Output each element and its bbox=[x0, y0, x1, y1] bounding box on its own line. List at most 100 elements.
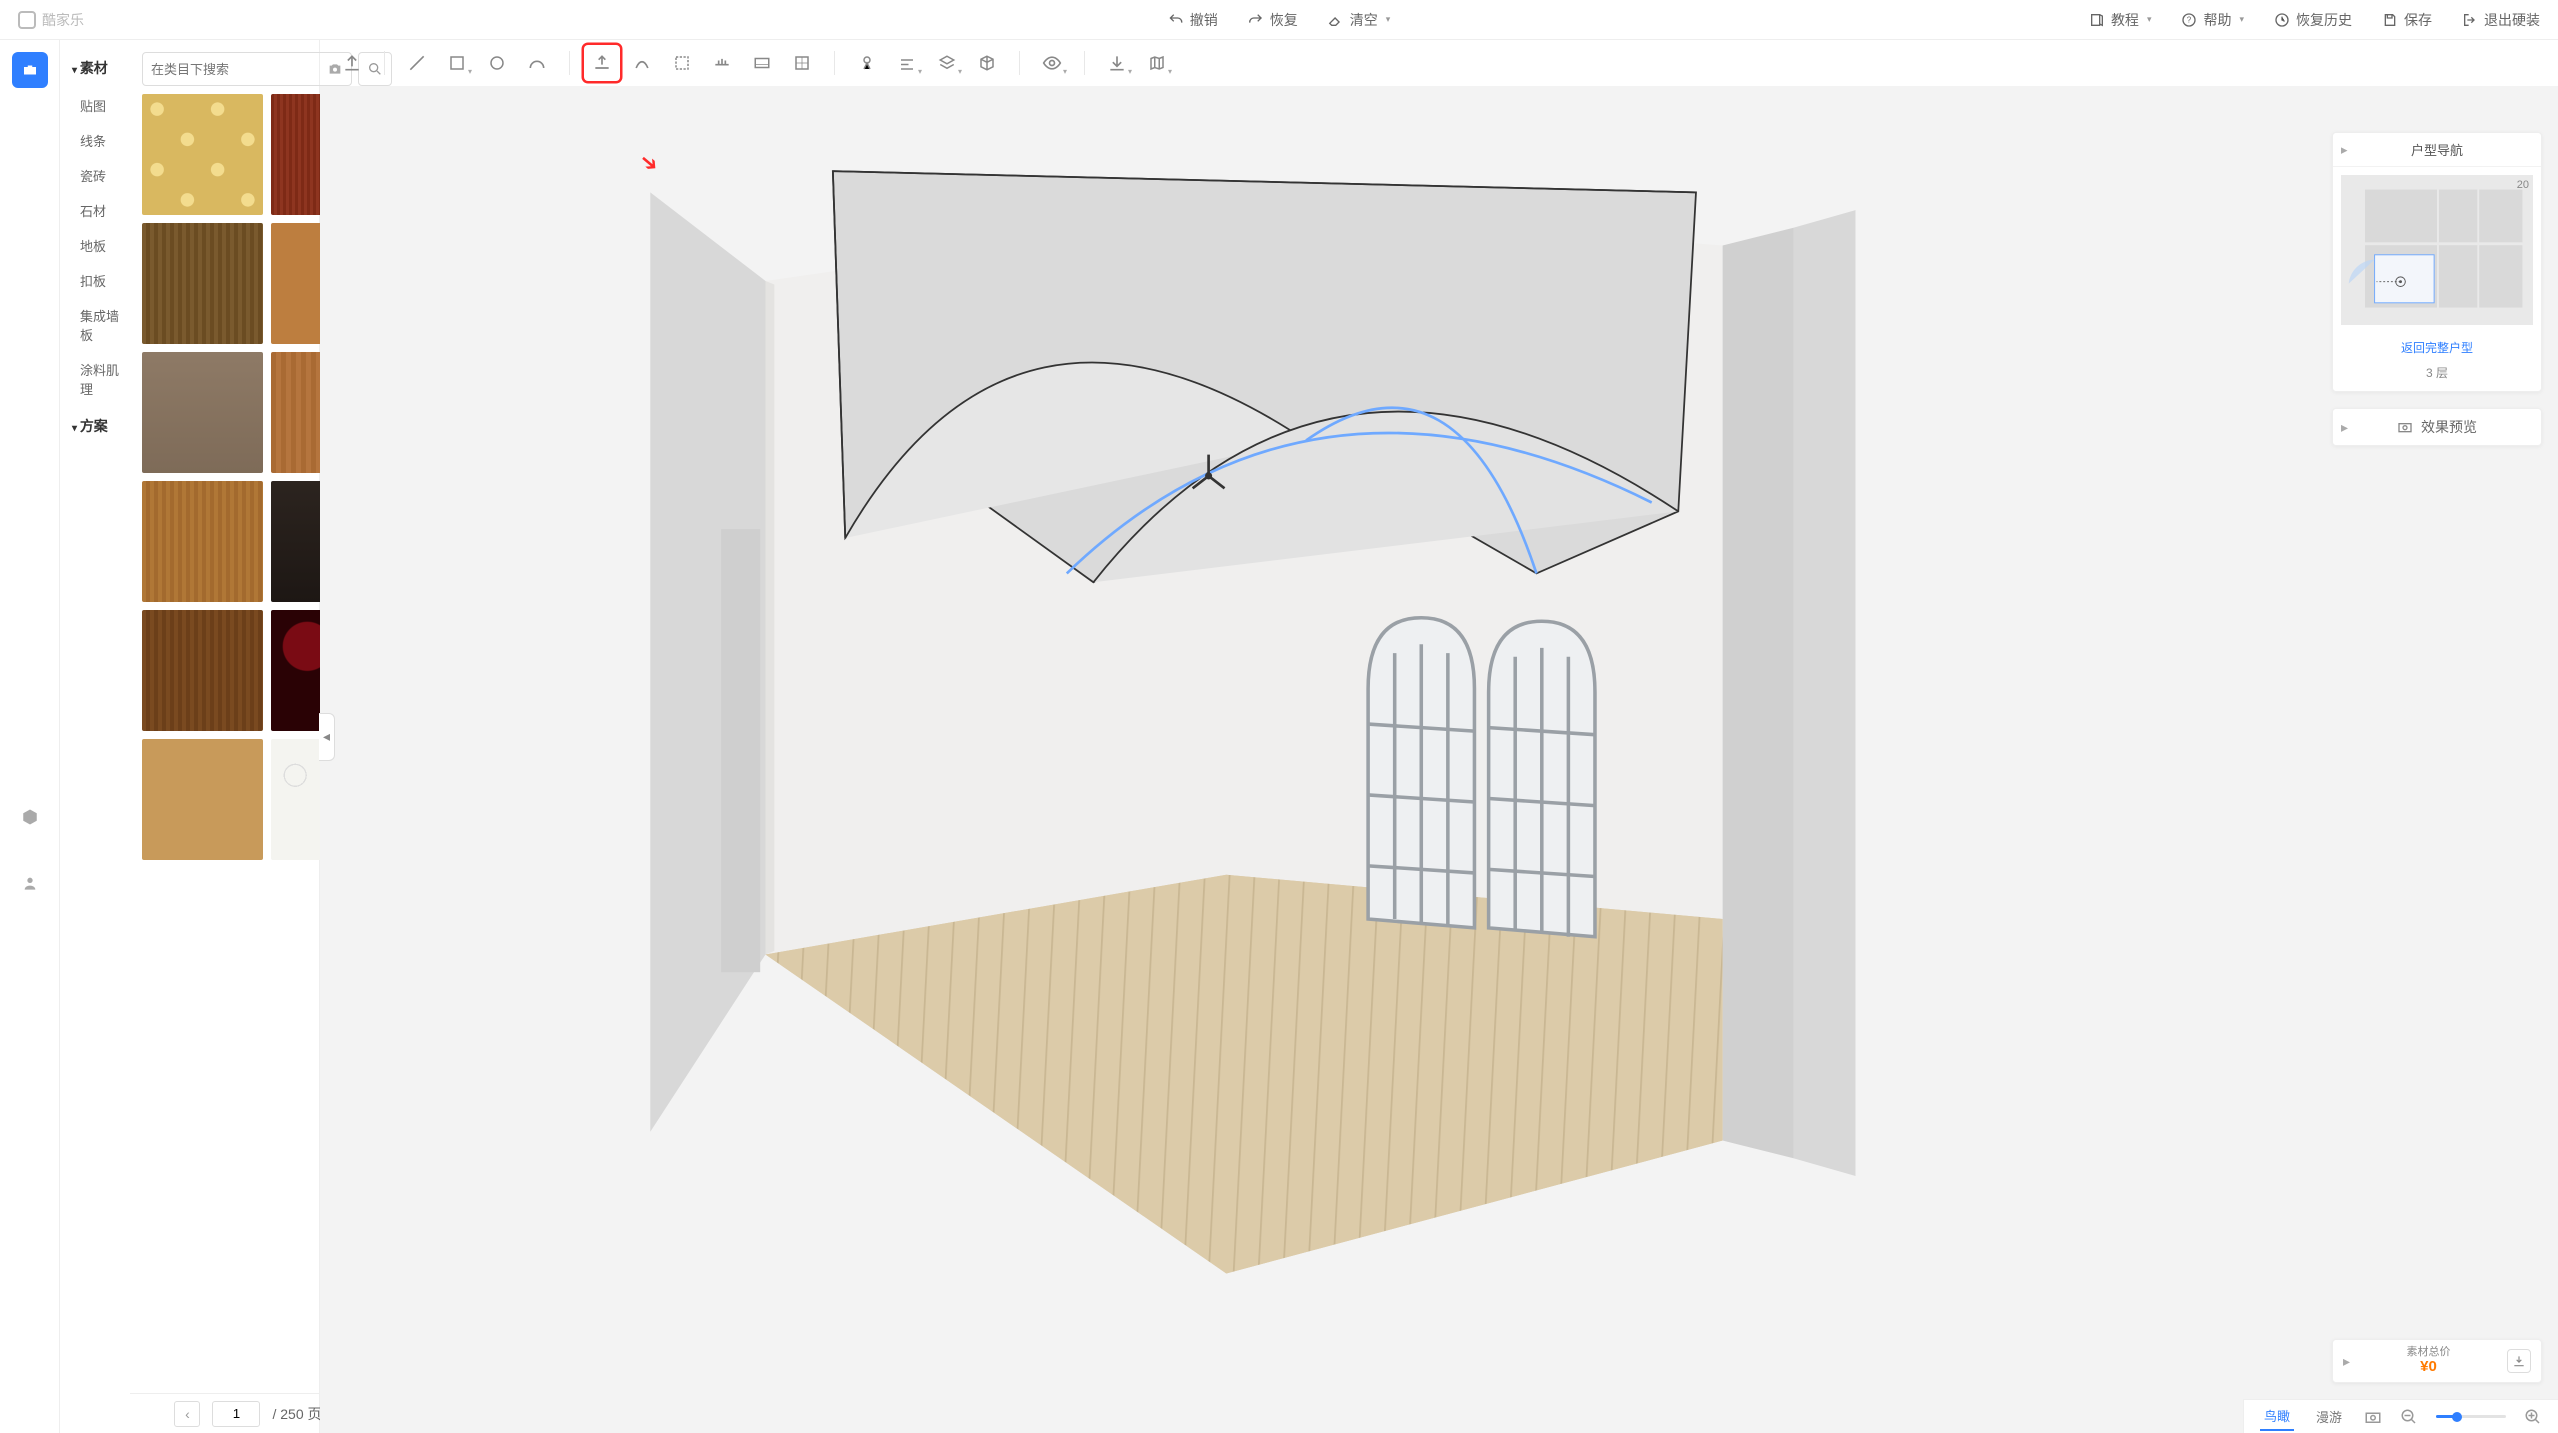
tool-rect[interactable]: ▾ bbox=[439, 45, 475, 81]
brand-name: 酷家乐 bbox=[42, 10, 84, 30]
tool-panel[interactable] bbox=[744, 45, 780, 81]
floor-label: 3 层 bbox=[2333, 362, 2541, 391]
category-item[interactable]: 集成墙板 bbox=[64, 298, 130, 352]
swatch-tile[interactable] bbox=[142, 352, 263, 473]
tool-grid[interactable] bbox=[784, 45, 820, 81]
clear-button[interactable]: 清空 ▾ bbox=[1328, 10, 1391, 30]
map-icon bbox=[1148, 54, 1166, 72]
return-full-plan-link[interactable]: 返回完整户型 bbox=[2333, 333, 2541, 362]
floorplan-nav-panel: ▸ 户型导航 20 bbox=[2332, 132, 2542, 392]
save-button[interactable]: 保存 bbox=[2382, 10, 2432, 30]
view-tab-bird[interactable]: 鸟瞰 bbox=[2260, 1402, 2294, 1431]
undo-button[interactable]: 撤销 bbox=[1168, 10, 1218, 30]
tool-extrude[interactable] bbox=[584, 45, 620, 81]
tool-3d[interactable] bbox=[969, 45, 1005, 81]
clear-label: 清空 bbox=[1350, 10, 1378, 30]
price-panel: ▸ 素材总价 ¥0 bbox=[2332, 1339, 2542, 1383]
spotlight-icon bbox=[858, 54, 876, 72]
help-button[interactable]: ? 帮助 ▾ bbox=[2181, 10, 2244, 30]
history-icon bbox=[2274, 12, 2290, 28]
align-icon bbox=[898, 54, 916, 72]
tool-circle[interactable] bbox=[479, 45, 515, 81]
chevron-down-icon: ▾ bbox=[2239, 14, 2244, 25]
pager-input[interactable] bbox=[212, 1401, 260, 1427]
zoom-in-button[interactable] bbox=[2524, 1408, 2542, 1426]
zoom-out-icon bbox=[2400, 1408, 2418, 1426]
minimap-svg bbox=[2341, 175, 2533, 325]
tool-spotlight[interactable] bbox=[849, 45, 885, 81]
category-item[interactable]: 扣板 bbox=[64, 263, 130, 298]
zoom-slider[interactable] bbox=[2436, 1415, 2506, 1418]
exit-button[interactable]: 退出硬装 bbox=[2462, 10, 2540, 30]
tool-arc[interactable] bbox=[519, 45, 555, 81]
undo-label: 撤销 bbox=[1190, 10, 1218, 30]
tool-upload[interactable] bbox=[334, 45, 370, 81]
category-item[interactable]: 贴图 bbox=[64, 88, 130, 123]
collapse-sidebar-button[interactable]: ◂ bbox=[319, 713, 335, 761]
swatch-tile[interactable] bbox=[142, 481, 263, 602]
preview-title: 效果预览 bbox=[2421, 417, 2477, 437]
eraser-icon bbox=[1328, 12, 1344, 28]
zoom-out-button[interactable] bbox=[2400, 1408, 2418, 1426]
tool-lights[interactable] bbox=[704, 45, 740, 81]
search-input[interactable] bbox=[151, 62, 327, 77]
rail-user-button[interactable] bbox=[12, 865, 48, 901]
swatch-tile[interactable] bbox=[142, 223, 263, 344]
category-header-scheme[interactable]: 方案 bbox=[64, 406, 130, 446]
category-item[interactable]: 石材 bbox=[64, 193, 130, 228]
preview-panel: ▸ 效果预览 bbox=[2332, 408, 2542, 446]
category-item[interactable]: 地板 bbox=[64, 228, 130, 263]
category-header-materials[interactable]: 素材 bbox=[64, 48, 130, 88]
help-label: 帮助 bbox=[2203, 10, 2231, 30]
history-label: 恢复历史 bbox=[2296, 10, 2352, 30]
view-tab-roam[interactable]: 漫游 bbox=[2312, 1403, 2346, 1430]
snapshot-button[interactable] bbox=[2364, 1408, 2382, 1426]
rail-cube-button[interactable] bbox=[12, 799, 48, 835]
upload-icon bbox=[342, 53, 362, 73]
minimap[interactable]: 20 bbox=[2341, 175, 2533, 325]
category-item[interactable]: 瓷砖 bbox=[64, 158, 130, 193]
panel-collapse-button[interactable]: ▸ bbox=[2343, 1353, 2350, 1370]
tool-line[interactable] bbox=[399, 45, 435, 81]
panel-collapse-button[interactable]: ▸ bbox=[2341, 142, 2348, 158]
camera-icon bbox=[2397, 419, 2413, 435]
arc-icon bbox=[527, 53, 547, 73]
tool-layers[interactable]: ▾ bbox=[929, 45, 965, 81]
redo-button[interactable]: 恢复 bbox=[1248, 10, 1298, 30]
category-item[interactable]: 线条 bbox=[64, 123, 130, 158]
tool-freeform[interactable] bbox=[624, 45, 660, 81]
tool-align[interactable]: ▾ bbox=[889, 45, 925, 81]
extrude-icon bbox=[592, 53, 612, 73]
swatch-tile[interactable] bbox=[142, 94, 263, 215]
pager-total: / 250 页 bbox=[272, 1404, 321, 1424]
question-icon: ? bbox=[2181, 12, 2197, 28]
history-button[interactable]: 恢复历史 bbox=[2274, 10, 2352, 30]
left-rail bbox=[0, 40, 60, 1433]
tool-visibility[interactable]: ▾ bbox=[1034, 45, 1070, 81]
book-icon bbox=[2089, 12, 2105, 28]
swatch-tile[interactable] bbox=[142, 610, 263, 731]
canvas-stage[interactable]: ➔ bbox=[320, 86, 2558, 1433]
user-icon bbox=[22, 875, 38, 891]
top-bar: 酷家乐 撤销 恢复 清空 ▾ 教程 ▾ ? 帮助 ▾ 恢复历史 bbox=[0, 0, 2558, 40]
cube3d-icon bbox=[978, 54, 996, 72]
download-price-button[interactable] bbox=[2507, 1349, 2531, 1373]
panel-collapse-button[interactable]: ▸ bbox=[2341, 419, 2348, 436]
brand-icon bbox=[18, 11, 36, 29]
rail-library-button[interactable] bbox=[12, 52, 48, 88]
region-icon bbox=[673, 54, 691, 72]
save-label: 保存 bbox=[2404, 10, 2432, 30]
layers-icon bbox=[938, 54, 956, 72]
tool-map[interactable]: ▾ bbox=[1139, 45, 1175, 81]
category-item[interactable]: 涂料肌理 bbox=[64, 352, 130, 406]
tool-download[interactable]: ▾ bbox=[1099, 45, 1135, 81]
tool-region[interactable] bbox=[664, 45, 700, 81]
tutorial-button[interactable]: 教程 ▾ bbox=[2089, 10, 2152, 30]
pager-prev[interactable]: ‹ bbox=[174, 1401, 200, 1427]
save-icon bbox=[2382, 12, 2398, 28]
line-icon bbox=[407, 53, 427, 73]
brand-logo: 酷家乐 bbox=[18, 10, 84, 30]
swatch-tile[interactable] bbox=[142, 739, 263, 860]
exit-label: 退出硬装 bbox=[2484, 10, 2540, 30]
chevron-down-icon: ▾ bbox=[2147, 14, 2152, 25]
